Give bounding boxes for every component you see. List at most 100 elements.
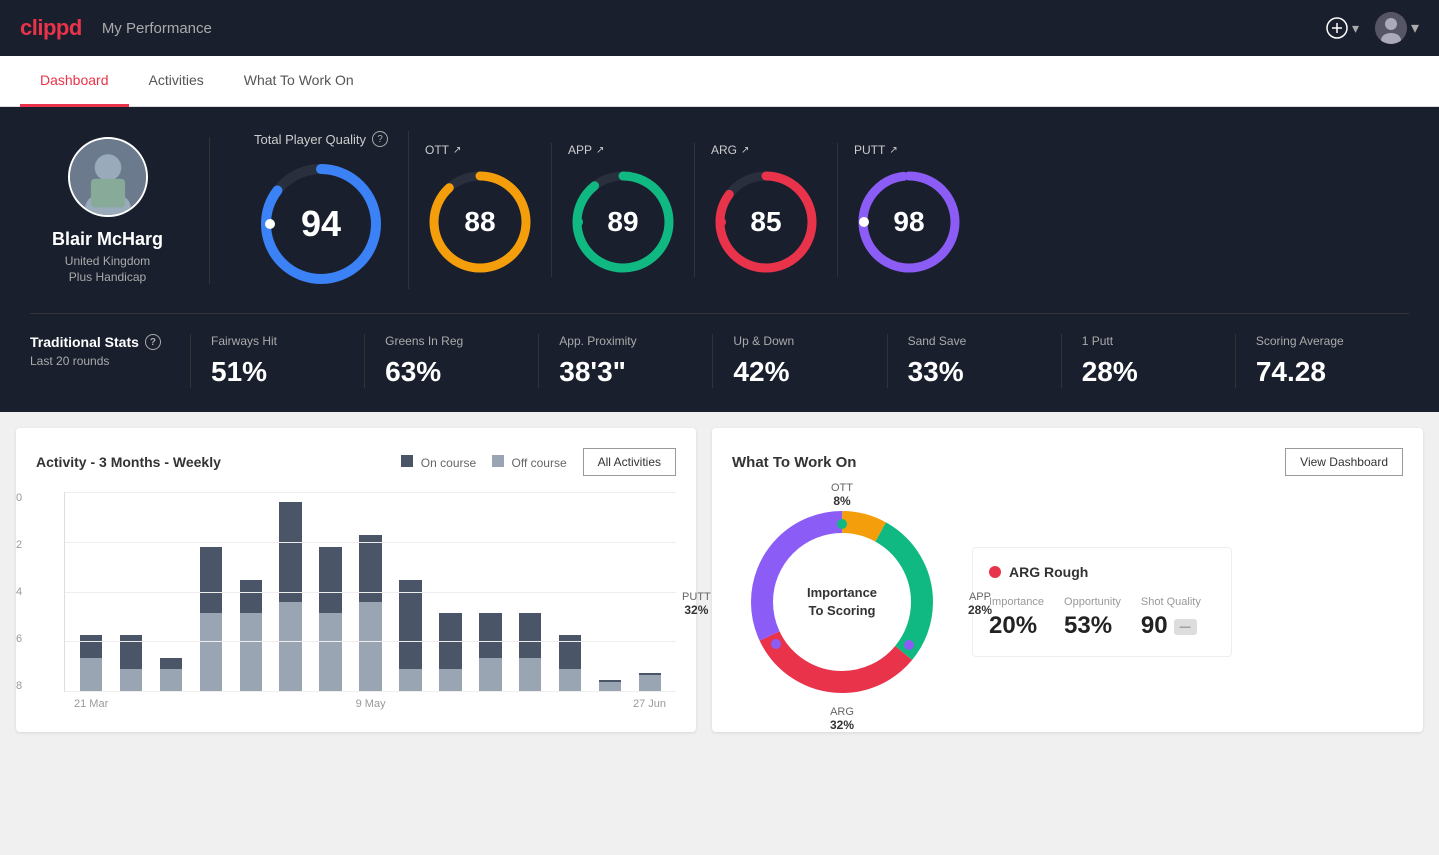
chart-y-labels: 8 6 4 2 0 — [16, 492, 22, 692]
tab-dashboard[interactable]: Dashboard — [20, 56, 129, 107]
x-label-may: 9 May — [356, 698, 386, 710]
on-course-bar — [559, 635, 581, 668]
on-course-bar — [240, 580, 262, 613]
header-right: ▾ ▾ — [1326, 12, 1419, 44]
off-course-bar — [359, 602, 381, 691]
opportunity-label: Opportunity — [1064, 596, 1121, 608]
donut-center: Importance To Scoring — [807, 584, 877, 620]
view-dashboard-button[interactable]: View Dashboard — [1285, 448, 1403, 476]
bar-group — [315, 492, 347, 691]
on-course-bar — [399, 580, 421, 669]
header: clippd My Performance ▾ ▾ — [0, 0, 1439, 56]
off-course-bar — [559, 669, 581, 691]
ott-arrow-icon: ↗ — [453, 145, 461, 156]
sand-save-label: Sand Save — [908, 334, 967, 348]
detail-dot — [989, 566, 1001, 578]
chart-controls: On course Off course All Activities — [401, 448, 676, 476]
app-arrow-icon: ↗ — [596, 145, 604, 156]
on-course-legend: On course — [401, 455, 476, 470]
stat-up-and-down: Up & Down 42% — [712, 334, 886, 388]
bar-group — [554, 492, 586, 691]
stats-help-icon[interactable]: ? — [145, 334, 161, 350]
logo: clippd — [20, 15, 82, 41]
avatar — [1375, 12, 1407, 44]
chart-header: Activity - 3 Months - Weekly On course O… — [36, 448, 676, 476]
off-course-bar — [599, 682, 621, 691]
off-course-dot — [492, 455, 504, 467]
quality-scores: Total Player Quality ? 94 OTT ↗ — [210, 131, 1409, 289]
off-course-bar — [519, 658, 541, 691]
add-button[interactable]: ▾ — [1326, 17, 1359, 39]
arg-circle: 85 — [711, 167, 821, 277]
on-course-bar — [200, 547, 222, 614]
player-name: Blair McHarg — [52, 229, 163, 250]
off-course-bar — [200, 613, 222, 691]
player-avatar — [68, 137, 148, 217]
user-menu[interactable]: ▾ — [1375, 12, 1419, 44]
shot-quality-badge: — — [1174, 619, 1197, 635]
app-dot — [837, 519, 847, 529]
tpq-help-icon[interactable]: ? — [372, 131, 388, 147]
y-label-2: 2 — [16, 539, 22, 551]
ott-label-pos: OTT 8% — [831, 482, 853, 508]
importance-label: Importance — [989, 596, 1044, 608]
wtwo-title: What To Work On — [732, 454, 856, 471]
off-course-bar — [319, 613, 341, 691]
putt-arrow-icon: ↗ — [889, 145, 897, 156]
y-label-4: 4 — [16, 586, 22, 598]
greens-in-reg-label: Greens In Reg — [385, 334, 463, 348]
stat-app-proximity: App. Proximity 38'3" — [538, 334, 712, 388]
off-course-bar — [399, 669, 421, 691]
up-and-down-label: Up & Down — [733, 334, 794, 348]
shot-quality-row: 90 — — [1141, 612, 1201, 640]
app-section: APP ↗ 89 — [552, 143, 695, 277]
off-course-bar — [439, 669, 461, 691]
detail-opportunity: Opportunity 53% — [1064, 596, 1121, 640]
off-course-legend: Off course — [492, 455, 566, 470]
stats-sub-label: Last 20 rounds — [30, 354, 190, 368]
off-course-bar — [479, 658, 501, 691]
donut-chart: Importance To Scoring OTT 8% APP 28% ARG… — [732, 492, 952, 712]
arg-arrow-icon: ↗ — [741, 145, 749, 156]
all-activities-button[interactable]: All Activities — [583, 448, 676, 476]
arg-seg-label: ARG — [830, 706, 854, 718]
one-putt-value: 28% — [1082, 356, 1138, 388]
scoring-avg-label: Scoring Average — [1256, 334, 1344, 348]
user-avatar-icon — [1375, 12, 1407, 44]
ott-section: OTT ↗ 88 — [409, 143, 552, 277]
bar-group — [115, 492, 147, 691]
putt-section: PUTT ↗ 98 — [838, 143, 980, 277]
nav-tabs: Dashboard Activities What To Work On — [0, 56, 1439, 107]
ott-seg-value: 8% — [831, 494, 853, 508]
tab-activities[interactable]: Activities — [129, 56, 224, 107]
bar-group — [434, 492, 466, 691]
shot-quality-label: Shot Quality — [1141, 596, 1201, 608]
quality-row: Blair McHarg United Kingdom Plus Handica… — [30, 131, 1409, 289]
y-label-6: 6 — [16, 633, 22, 645]
add-circle-icon — [1326, 17, 1348, 39]
putt-value: 98 — [893, 206, 924, 238]
shot-quality-value: 90 — [1141, 612, 1168, 640]
app-seg-value: 28% — [968, 603, 992, 617]
putt-label-pos: PUTT 32% — [682, 591, 711, 617]
chart-title: Activity - 3 Months - Weekly — [36, 454, 221, 470]
hero-section: Blair McHarg United Kingdom Plus Handica… — [0, 107, 1439, 412]
opportunity-value: 53% — [1064, 612, 1121, 640]
putt-dot — [904, 640, 914, 650]
app-proximity-label: App. Proximity — [559, 334, 636, 348]
bar-group — [594, 492, 626, 691]
on-course-bar — [439, 613, 461, 669]
stats-row: Traditional Stats ? Last 20 rounds Fairw… — [30, 313, 1409, 388]
on-course-bar — [160, 658, 182, 669]
stat-greens-in-reg: Greens In Reg 63% — [364, 334, 538, 388]
stats-label-col: Traditional Stats ? Last 20 rounds — [30, 334, 190, 368]
user-chevron: ▾ — [1411, 18, 1419, 38]
chart-legend: On course Off course — [401, 455, 566, 470]
chart-container: 8 6 4 2 0 21 Mar 9 May 27 Jun — [36, 492, 676, 710]
tab-what-to-work-on[interactable]: What To Work On — [224, 56, 374, 107]
tpq-value: 94 — [301, 203, 341, 245]
y-label-8: 8 — [16, 680, 22, 692]
logo-area: clippd My Performance — [20, 15, 212, 41]
stat-scoring-avg: Scoring Average 74.28 — [1235, 334, 1409, 388]
up-and-down-value: 42% — [733, 356, 789, 388]
